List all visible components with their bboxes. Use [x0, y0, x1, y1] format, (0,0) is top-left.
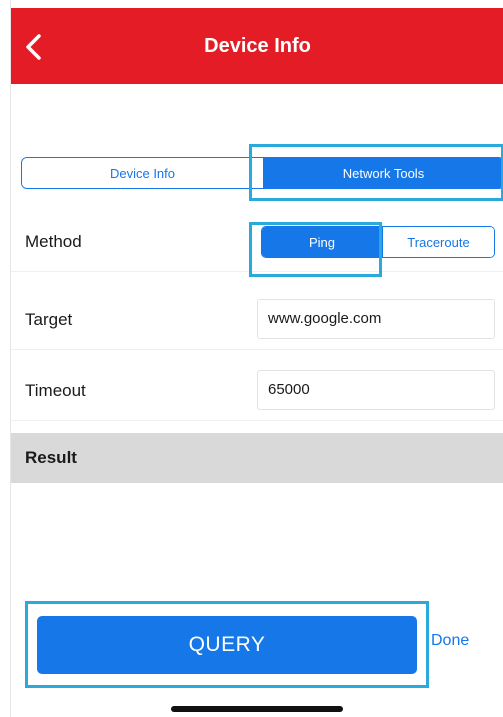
method-segmented-control: Ping Traceroute — [261, 226, 495, 258]
tab-device-info[interactable]: Device Info — [22, 158, 263, 188]
method-row: Method Ping Traceroute — [11, 212, 503, 272]
method-label: Method — [25, 232, 82, 251]
result-area — [11, 483, 503, 593]
tab-network-tools[interactable]: Network Tools — [263, 158, 503, 188]
result-label: Result — [25, 448, 77, 467]
method-option-ping[interactable]: Ping — [262, 227, 382, 257]
result-header: Result — [11, 433, 503, 483]
back-button[interactable] — [21, 32, 47, 62]
target-row: Target www.google.com — [11, 290, 503, 350]
page-title: Device Info — [204, 35, 311, 57]
timeout-row: Timeout 65000 — [11, 361, 503, 421]
done-link[interactable]: Done — [431, 632, 469, 650]
method-option-traceroute[interactable]: Traceroute — [382, 227, 494, 257]
chevron-left-icon — [26, 34, 41, 60]
home-indicator — [171, 706, 343, 712]
timeout-label: Timeout — [25, 381, 86, 400]
target-input[interactable]: www.google.com — [257, 299, 495, 339]
navigation-bar: Device Info — [11, 8, 503, 84]
main-tab-control: Device Info Network Tools — [21, 157, 503, 189]
query-button[interactable]: QUERY — [37, 616, 417, 674]
timeout-input[interactable]: 65000 — [257, 370, 495, 410]
target-label: Target — [25, 310, 73, 329]
device-info-screen: Device Info Device Info Network Tools Me… — [10, 0, 503, 717]
